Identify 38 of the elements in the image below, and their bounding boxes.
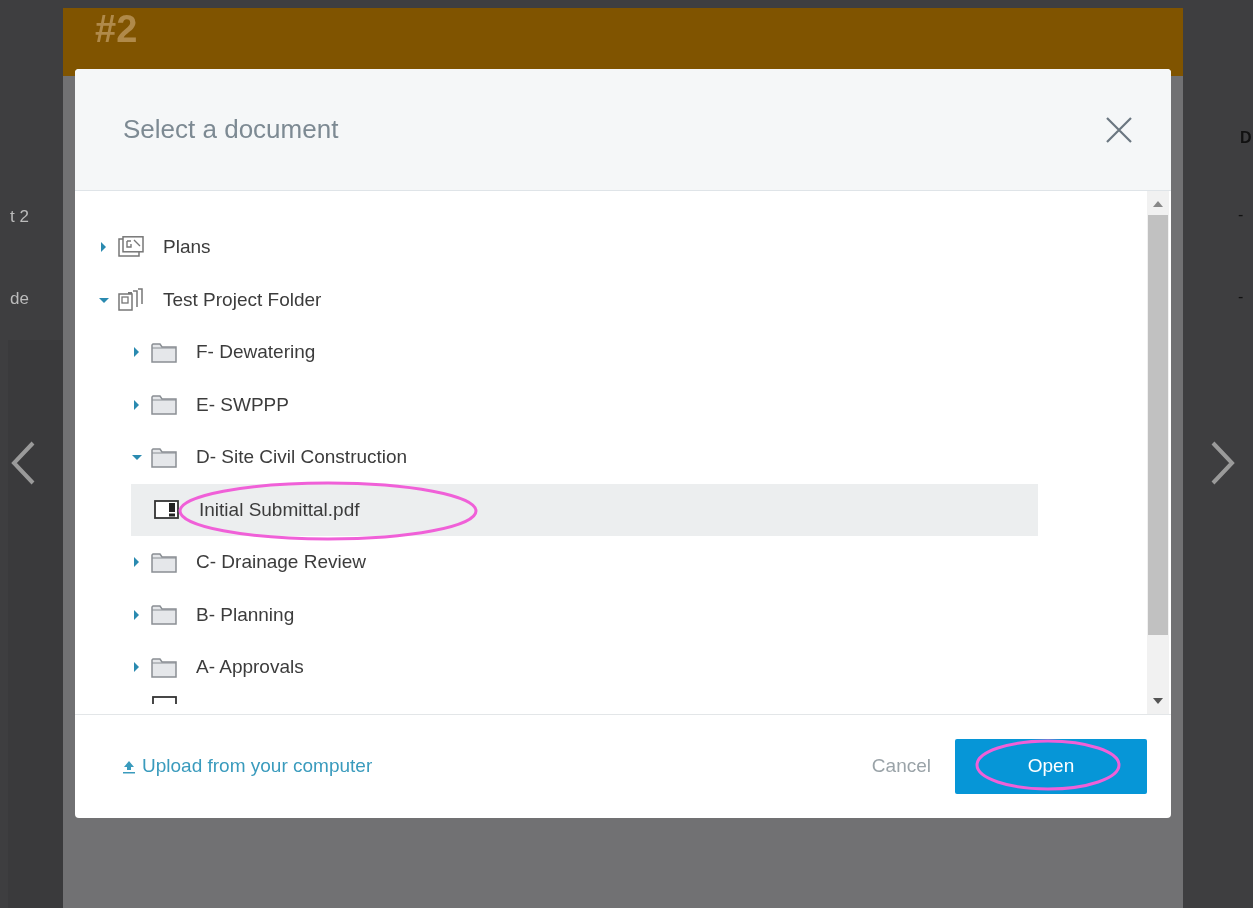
dialog-title: Select a document bbox=[123, 113, 339, 146]
tree-item[interactable]: A- Approvals bbox=[132, 641, 304, 694]
scrollbar-thumb[interactable] bbox=[1148, 215, 1168, 635]
caret-icon[interactable] bbox=[132, 609, 142, 620]
folder-icon bbox=[151, 603, 177, 627]
scroll-up-icon[interactable] bbox=[1153, 201, 1163, 207]
tree-item[interactable]: Plans bbox=[99, 221, 211, 274]
scroll-down-icon[interactable] bbox=[1153, 698, 1163, 704]
tree-item[interactable]: B- Planning bbox=[132, 588, 295, 641]
table-cell-text: - bbox=[1238, 205, 1244, 225]
folder-icon bbox=[151, 393, 177, 417]
folder-icon bbox=[151, 550, 177, 574]
plans-icon bbox=[118, 235, 144, 259]
caret-icon[interactable] bbox=[132, 557, 142, 568]
table-cell-text: - bbox=[1238, 287, 1244, 307]
caret-icon[interactable] bbox=[99, 242, 109, 253]
tree-item[interactable]: C- Drainage Review bbox=[132, 536, 366, 589]
document-icon bbox=[154, 498, 180, 522]
caret-icon[interactable] bbox=[132, 399, 142, 410]
header-title: #2 bbox=[95, 8, 138, 50]
folder-icon bbox=[151, 445, 177, 469]
scrollbar[interactable] bbox=[1147, 191, 1169, 714]
upload-icon bbox=[122, 759, 136, 774]
tree-item[interactable]: Test Project Folder bbox=[99, 273, 322, 326]
tree-item[interactable]: F- Dewatering bbox=[132, 326, 316, 379]
close-icon[interactable] bbox=[1105, 115, 1133, 144]
caret-icon[interactable] bbox=[132, 662, 142, 673]
tree-item[interactable]: E- SWPPP bbox=[132, 378, 289, 431]
tree-item[interactable]: Initial Submittal.pdf bbox=[131, 483, 1038, 536]
caret-icon[interactable] bbox=[132, 452, 142, 463]
folder-icon bbox=[151, 340, 177, 364]
tree-item[interactable]: D- Site Civil Construction bbox=[132, 431, 408, 484]
table-cell-text: de bbox=[10, 288, 29, 310]
document-icon bbox=[152, 693, 178, 704]
caret-icon[interactable] bbox=[132, 347, 142, 358]
folder-icon bbox=[151, 655, 177, 679]
documents-icon bbox=[118, 288, 144, 312]
table-cell-text: t 2 bbox=[10, 206, 29, 228]
